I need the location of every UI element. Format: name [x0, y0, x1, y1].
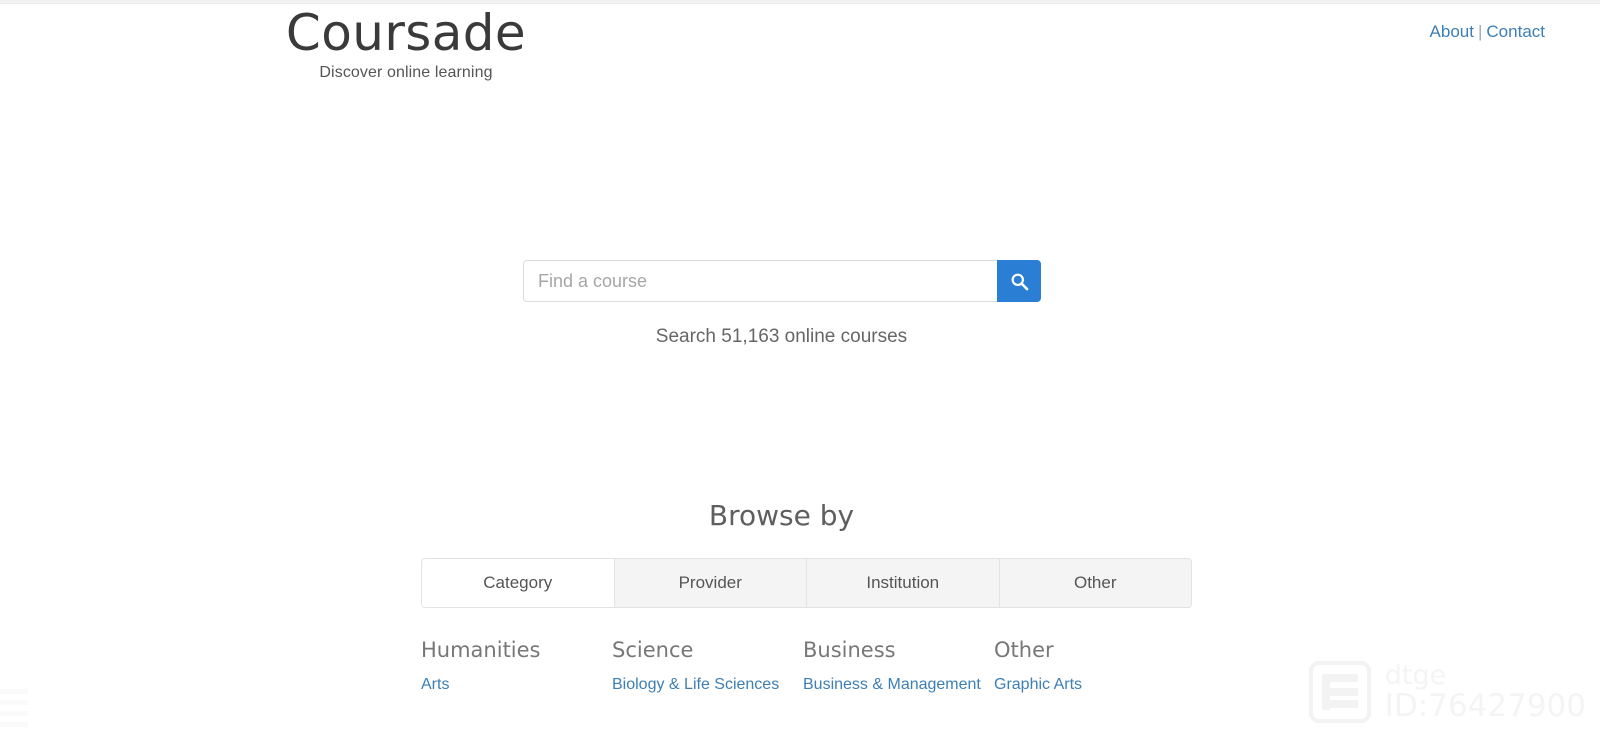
- watermark-logo-icon: [1308, 661, 1371, 723]
- category-column-humanities: Humanities Arts: [421, 636, 612, 696]
- watermark-text: dtge ID:76427900: [1384, 659, 1586, 724]
- page-header: Coursade Discover online learning About |…: [0, 0, 1600, 90]
- category-link[interactable]: Business & Management: [803, 674, 988, 696]
- category-column-other: Other Graphic Arts: [994, 636, 1185, 696]
- watermark-ghost-corner: [0, 683, 38, 729]
- tab-category[interactable]: Category: [422, 559, 615, 607]
- site-tagline: Discover online learning: [319, 64, 493, 81]
- category-column-business: Business Business & Management: [803, 636, 994, 696]
- category-link[interactable]: Biology & Life Sciences: [612, 674, 797, 696]
- column-heading: Business: [803, 638, 896, 662]
- brand-block: Coursade Discover online learning: [196, 4, 616, 83]
- column-heading: Other: [994, 638, 1054, 662]
- watermark-name: dtge: [1384, 659, 1447, 691]
- category-column-science: Science Biology & Life Sciences: [612, 636, 803, 696]
- course-count-text: Search 51,163 online courses: [655, 326, 908, 347]
- column-heading: Humanities: [421, 638, 541, 662]
- tab-other[interactable]: Other: [999, 559, 1191, 607]
- search-bar: [523, 260, 1041, 302]
- search-submit-button[interactable]: [997, 260, 1041, 302]
- category-link[interactable]: Graphic Arts: [994, 674, 1179, 696]
- nav-link-contact[interactable]: Contact: [1486, 22, 1545, 41]
- search-icon: [1010, 272, 1029, 291]
- search-input[interactable]: [523, 260, 997, 302]
- tab-provider[interactable]: Provider: [614, 559, 807, 607]
- browse-by-heading: Browse by: [708, 499, 855, 532]
- tab-institution[interactable]: Institution: [807, 559, 1000, 607]
- nav-separator: |: [1477, 22, 1483, 41]
- site-logo-title[interactable]: Coursade: [196, 4, 616, 62]
- watermark-id: ID:76427900: [1384, 687, 1586, 724]
- nav-link-about[interactable]: About: [1430, 22, 1474, 41]
- top-nav: About | Contact: [1430, 21, 1545, 43]
- stock-watermark: dtge ID:76427900: [1308, 659, 1586, 724]
- category-link[interactable]: Arts: [421, 674, 606, 696]
- page-root: Coursade Discover online learning About |…: [0, 0, 1600, 729]
- browse-tabs: Category Provider Institution Other: [421, 558, 1192, 608]
- category-columns: Humanities Arts Science Biology & Life S…: [421, 636, 1211, 696]
- column-heading: Science: [612, 638, 694, 662]
